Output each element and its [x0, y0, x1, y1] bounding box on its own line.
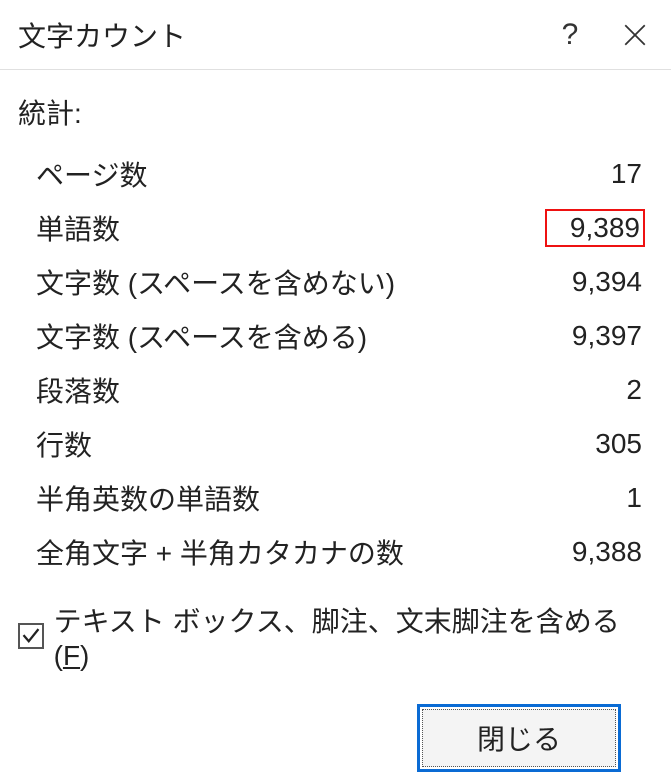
stat-label: 文字数 (スペースを含める): [36, 316, 545, 356]
dialog-content: 統計: ページ数17単語数9,389文字数 (スペースを含めない)9,394文字…: [0, 70, 671, 772]
stat-value: 9,389: [545, 209, 645, 247]
button-row: 閉じる: [18, 704, 645, 772]
stat-value: 305: [545, 427, 645, 461]
stat-label: 段落数: [36, 370, 545, 410]
close-button-label: 閉じる: [422, 709, 616, 767]
stat-row: ページ数17: [36, 154, 645, 194]
dialog-title: 文字カウント: [18, 15, 545, 55]
stat-label: 単語数: [36, 208, 545, 248]
stats-list: ページ数17単語数9,389文字数 (スペースを含めない)9,394文字数 (ス…: [18, 154, 645, 572]
checkbox-label: テキスト ボックス、脚注、文末脚注を含める(F): [54, 600, 645, 672]
stat-label: 行数: [36, 424, 545, 464]
stat-label: ページ数: [36, 154, 545, 194]
checkmark-icon: [22, 627, 40, 645]
stat-label: 半角英数の単語数: [36, 478, 545, 518]
close-button[interactable]: 閉じる: [417, 704, 621, 772]
stat-row: 単語数9,389: [36, 208, 645, 248]
stat-row: 文字数 (スペースを含める)9,397: [36, 316, 645, 356]
stat-row: 段落数2: [36, 370, 645, 410]
section-label: 統計:: [18, 92, 645, 132]
stat-label: 文字数 (スペースを含めない): [36, 262, 545, 302]
stat-row: 全角文字 + 半角カタカナの数9,388: [36, 532, 645, 572]
help-button[interactable]: ?: [545, 18, 595, 52]
stat-label: 全角文字 + 半角カタカナの数: [36, 532, 545, 572]
stat-value: 17: [545, 157, 645, 191]
stat-value: 2: [545, 373, 645, 407]
include-footnotes-checkbox[interactable]: [18, 623, 44, 649]
stat-row: 文字数 (スペースを含めない)9,394: [36, 262, 645, 302]
stat-value: 9,394: [545, 265, 645, 299]
stat-row: 半角英数の単語数1: [36, 478, 645, 518]
window-close-button[interactable]: [595, 22, 655, 48]
stat-value: 9,397: [545, 319, 645, 353]
stat-value: 1: [545, 481, 645, 515]
include-footnotes-checkbox-row: テキスト ボックス、脚注、文末脚注を含める(F): [18, 600, 645, 672]
titlebar: 文字カウント ?: [0, 0, 671, 70]
close-icon: [622, 22, 648, 48]
stat-value: 9,388: [545, 535, 645, 569]
stat-row: 行数305: [36, 424, 645, 464]
